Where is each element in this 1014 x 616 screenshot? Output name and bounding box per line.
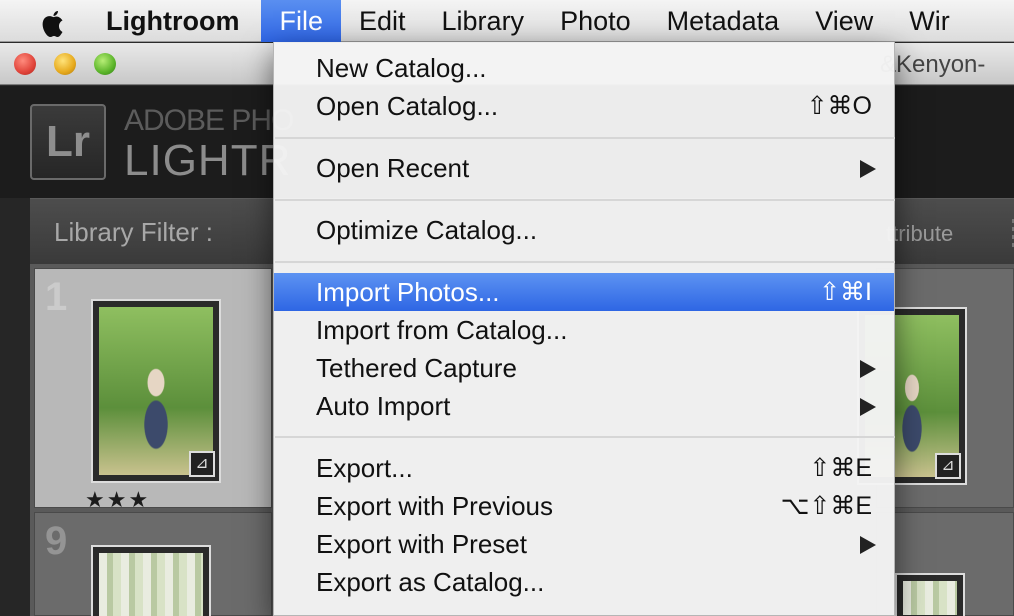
menu-item-export-with-preset[interactable]: Export with Preset — [274, 525, 894, 563]
submenu-arrow-icon — [860, 360, 876, 378]
menu-item-label: Auto Import — [316, 391, 451, 421]
menu-item-label: Import from Catalog... — [316, 315, 568, 345]
apple-menu[interactable] — [0, 0, 70, 42]
lightroom-brand-text: LIGHTR — [124, 136, 292, 185]
star-rating[interactable]: ★★★ — [85, 487, 150, 513]
filter-attribute-tab[interactable]: ttribute — [886, 221, 953, 247]
menu-edit[interactable]: Edit — [341, 0, 424, 42]
menu-item-open-recent[interactable]: Open Recent — [274, 149, 894, 187]
photo-thumbnail[interactable] — [895, 573, 965, 616]
file-menu-dropdown: New Catalog... Open Catalog... ⇧⌘O Open … — [273, 42, 895, 616]
menu-item-label: Export as Catalog... — [316, 567, 545, 597]
menu-photo[interactable]: Photo — [542, 0, 649, 42]
photo-image — [903, 581, 957, 615]
menu-view[interactable]: View — [797, 0, 891, 42]
menu-item-export[interactable]: Export... ⇧⌘E — [274, 449, 894, 487]
develop-adjustment-icon: ⊿ — [935, 453, 961, 479]
menu-item-shortcut: ⇧⌘E — [809, 454, 872, 482]
menu-item-label: Open Recent — [316, 153, 470, 183]
adobe-brand-text: ADOBE PHO — [124, 104, 294, 137]
submenu-arrow-icon — [860, 160, 876, 178]
menu-item-label: Export with Previous — [316, 491, 553, 521]
cell-index: 9 — [45, 519, 68, 563]
menu-item-optimize-catalog[interactable]: Optimize Catalog... — [274, 211, 894, 249]
menu-item-export-as-catalog[interactable]: Export as Catalog... — [274, 563, 894, 601]
menu-item-tethered-capture[interactable]: Tethered Capture — [274, 349, 894, 387]
photo-thumbnail[interactable] — [91, 545, 211, 616]
menu-item-label: Export... — [316, 453, 413, 483]
menu-item-shortcut: ⇧⌘O — [806, 92, 872, 120]
grid-cell[interactable] — [876, 512, 1014, 616]
menu-item-shortcut: ⇧⌘I — [819, 278, 872, 306]
menu-item-label: Open Catalog... — [316, 91, 499, 121]
menu-item-label: Optimize Catalog... — [316, 215, 538, 245]
photo-thumbnail[interactable]: ⊿ — [91, 299, 221, 483]
menubar: Lightroom File Edit Library Photo Metada… — [0, 0, 1014, 42]
menu-separator — [275, 261, 895, 263]
menu-metadata[interactable]: Metadata — [649, 0, 798, 42]
menu-item-label: Tethered Capture — [316, 353, 517, 383]
menu-item-new-catalog[interactable]: New Catalog... — [274, 49, 894, 87]
window-title: &Kenyon- — [880, 51, 986, 78]
menu-separator — [275, 199, 895, 201]
library-filter-label: Library Filter : — [54, 217, 213, 247]
submenu-arrow-icon — [860, 536, 876, 554]
menu-library[interactable]: Library — [424, 0, 543, 42]
zoom-window-button[interactable] — [94, 53, 116, 75]
grid-cell[interactable]: 9 — [34, 512, 272, 616]
minimize-window-button[interactable] — [54, 53, 76, 75]
menu-item-label: Export with Preset — [316, 529, 527, 559]
menu-item-shortcut: ⌥⇧⌘E — [780, 492, 872, 520]
menu-item-import-from-catalog[interactable]: Import from Catalog... — [274, 311, 894, 349]
menu-window[interactable]: Wir — [891, 0, 967, 42]
menu-file[interactable]: File — [261, 0, 341, 42]
apple-icon — [42, 10, 63, 37]
menu-separator — [275, 137, 895, 139]
photo-image — [99, 553, 203, 616]
menu-lightroom[interactable]: Lightroom — [70, 0, 261, 42]
develop-adjustment-icon: ⊿ — [189, 451, 215, 477]
cell-index: 1 — [45, 275, 68, 319]
menu-item-import-photos[interactable]: Import Photos... ⇧⌘I — [274, 273, 894, 311]
left-panel-edge — [0, 198, 30, 616]
menu-item-label: New Catalog... — [316, 53, 487, 83]
close-window-button[interactable] — [14, 53, 36, 75]
photo-image — [99, 307, 213, 475]
grid-cell[interactable]: ⊿ — [857, 268, 1014, 508]
lightroom-logo-icon: Lr — [30, 104, 106, 180]
grid-cell-selected[interactable]: 1 ⊿ ★★★ — [34, 268, 272, 512]
menu-item-label: Import Photos... — [316, 277, 500, 307]
menu-item-open-catalog[interactable]: Open Catalog... ⇧⌘O — [274, 87, 894, 125]
menu-item-auto-import[interactable]: Auto Import — [274, 387, 894, 425]
menu-item-export-with-previous[interactable]: Export with Previous ⌥⇧⌘E — [274, 487, 894, 525]
submenu-arrow-icon — [860, 398, 876, 416]
menu-separator — [275, 436, 895, 438]
